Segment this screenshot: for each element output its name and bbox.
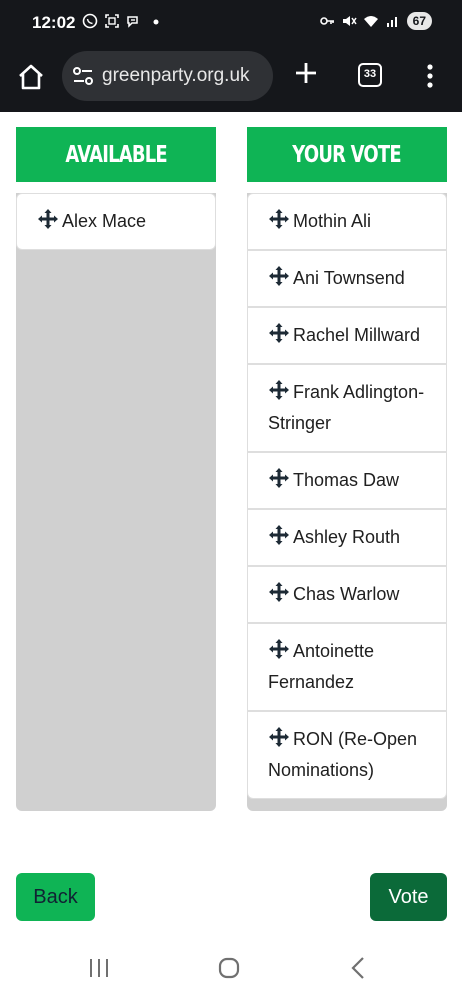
back-button[interactable]: Back [16, 873, 95, 921]
available-list[interactable]: Alex Mace [16, 193, 216, 811]
candidate-name: Ashley Routh [293, 527, 401, 547]
status-time: 12:02 [32, 13, 76, 32]
status-bar: 12:02 67 [0, 0, 462, 46]
candidate-name: RON (Re-Open Nominations) [268, 729, 418, 780]
move-icon[interactable] [268, 322, 290, 344]
list-item[interactable]: Mothin Ali [247, 193, 447, 250]
move-icon[interactable] [268, 524, 290, 546]
your-vote-list[interactable]: Mothin Ali Ani Townsend Rachel Millward … [247, 193, 447, 811]
dot-icon [153, 19, 159, 25]
whatsapp-icon [82, 13, 98, 29]
screenshot-icon [105, 14, 119, 28]
status-right-icons: 67 [319, 12, 432, 30]
your-vote-header-label: YOUR VOTE [292, 141, 402, 168]
mute-icon [342, 16, 357, 26]
system-nav-bar [0, 935, 462, 1000]
address-bar[interactable]: greenparty.org.uk [62, 51, 273, 101]
move-icon[interactable] [268, 467, 290, 489]
home-nav-icon[interactable] [217, 956, 241, 980]
your-vote-header: YOUR VOTE [247, 127, 447, 182]
move-icon[interactable] [268, 265, 290, 287]
wifi-icon [363, 16, 378, 27]
candidate-name: Chas Warlow [293, 584, 400, 604]
available-header: AVAILABLE [16, 127, 216, 182]
list-item[interactable]: Alex Mace [16, 193, 216, 250]
recents-icon[interactable] [88, 957, 110, 979]
list-item[interactable]: Rachel Millward [247, 307, 447, 364]
list-item[interactable]: RON (Re-Open Nominations) [247, 711, 447, 799]
list-item[interactable]: Chas Warlow [247, 566, 447, 623]
move-icon[interactable] [268, 638, 290, 660]
list-item[interactable]: Frank Adlington-Stringer [247, 364, 447, 452]
home-icon[interactable] [16, 62, 46, 92]
chat-icon [127, 16, 138, 28]
candidate-name: Alex Mace [62, 211, 147, 231]
list-item[interactable]: Ani Townsend [247, 250, 447, 307]
move-icon[interactable] [268, 208, 290, 230]
candidate-name: Ani Townsend [293, 268, 405, 288]
list-item[interactable]: Antoinette Fernandez [247, 623, 447, 711]
battery-icon: 67 [406, 12, 432, 30]
tabs-button[interactable]: 33 [358, 63, 382, 87]
move-icon[interactable] [37, 208, 59, 230]
back-nav-icon[interactable] [348, 956, 368, 980]
candidate-name: Frank Adlington-Stringer [268, 382, 425, 433]
candidate-name: Thomas Daw [293, 470, 400, 490]
candidate-name: Rachel Millward [293, 325, 421, 345]
candidate-name: Mothin Ali [293, 211, 372, 231]
url-text: greenparty.org.uk [102, 65, 250, 86]
move-icon[interactable] [268, 581, 290, 603]
plus-icon[interactable] [293, 60, 319, 86]
site-settings-icon[interactable] [72, 66, 94, 86]
move-icon[interactable] [268, 379, 290, 401]
more-icon[interactable] [420, 62, 440, 90]
list-item[interactable]: Thomas Daw [247, 452, 447, 509]
browser-toolbar: greenparty.org.uk 33 [0, 46, 462, 112]
available-header-label: AVAILABLE [65, 141, 167, 168]
signal-icon [386, 17, 397, 27]
key-icon [319, 17, 334, 25]
list-item[interactable]: Ashley Routh [247, 509, 447, 566]
vote-button[interactable]: Vote [370, 873, 447, 921]
status-left-icons [82, 13, 164, 29]
move-icon[interactable] [268, 726, 290, 748]
